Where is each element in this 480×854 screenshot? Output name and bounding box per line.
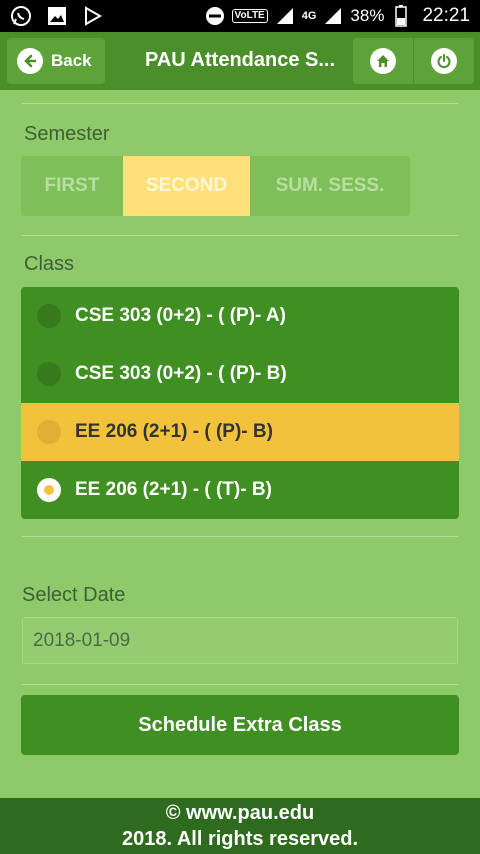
do-not-disturb-icon [204, 5, 226, 27]
class-option[interactable]: CSE 303 (0+2) - ( (P)- A) [21, 287, 459, 345]
clock: 22:21 [422, 5, 470, 26]
whatsapp-icon [10, 5, 32, 27]
radio-button[interactable] [37, 420, 61, 444]
class-option-label: CSE 303 (0+2) - ( (P)- B) [75, 363, 287, 384]
radio-button[interactable] [37, 304, 61, 328]
semester-label: Semester [24, 123, 110, 145]
signal-icon [274, 5, 296, 27]
page-title: PAU Attendance S... [145, 49, 336, 71]
footer: © www.pau.edu 2018. All rights reserved. [0, 798, 480, 854]
footer-copyright: 2018. All rights reserved. [121, 828, 359, 850]
home-button[interactable] [353, 38, 413, 84]
logout-button[interactable] [414, 38, 474, 84]
back-arrow-icon [17, 48, 43, 74]
battery-icon [390, 5, 412, 27]
date-label: Select Date [22, 584, 126, 606]
divider [22, 235, 458, 236]
divider [22, 536, 458, 537]
class-option-label: CSE 303 (0+2) - ( (P)- A) [75, 305, 286, 326]
semester-option-second[interactable]: SECOND [123, 156, 250, 216]
app-header: Back PAU Attendance S... [0, 32, 480, 90]
class-label: Class [24, 253, 75, 275]
semester-selector: FIRST SECOND SUM. SESS. [21, 156, 410, 216]
class-option-label: EE 206 (2+1) - ( (P)- B) [75, 421, 273, 442]
header-actions [353, 38, 474, 84]
class-option-label: EE 206 (2+1) - ( (T)- B) [75, 479, 272, 500]
back-label: Back [51, 51, 92, 70]
class-option[interactable]: EE 206 (2+1) - ( (P)- B) [21, 403, 459, 461]
back-button[interactable]: Back [7, 38, 105, 84]
power-icon [431, 48, 457, 74]
class-radio-list: CSE 303 (0+2) - ( (P)- A) CSE 303 (0+2) … [21, 287, 459, 519]
radio-button-checked[interactable] [37, 478, 61, 502]
radio-button[interactable] [37, 362, 61, 386]
semester-option-first[interactable]: FIRST [21, 156, 123, 216]
class-option-selected[interactable]: EE 206 (2+1) - ( (T)- B) [21, 461, 459, 519]
home-icon [370, 48, 396, 74]
semester-option-summer[interactable]: SUM. SESS. [250, 156, 410, 216]
volte-badge: VoLTE [231, 9, 268, 23]
status-bar: VoLTE 4G 38% 22:21 [0, 0, 480, 32]
play-store-icon [82, 5, 104, 27]
class-option[interactable]: CSE 303 (0+2) - ( (P)- B) [21, 345, 459, 403]
schedule-extra-class-button[interactable]: Schedule Extra Class [21, 695, 459, 755]
gallery-icon [46, 5, 68, 27]
divider [22, 684, 458, 685]
date-value: 2018-01-09 [33, 629, 131, 651]
footer-website: © www.pau.edu [165, 802, 315, 824]
date-field[interactable]: 2018-01-09 [22, 617, 458, 664]
divider [22, 103, 458, 104]
signal-icon-2 [322, 5, 344, 27]
network-label: 4G [301, 10, 317, 22]
battery-percent: 38% [350, 6, 385, 25]
